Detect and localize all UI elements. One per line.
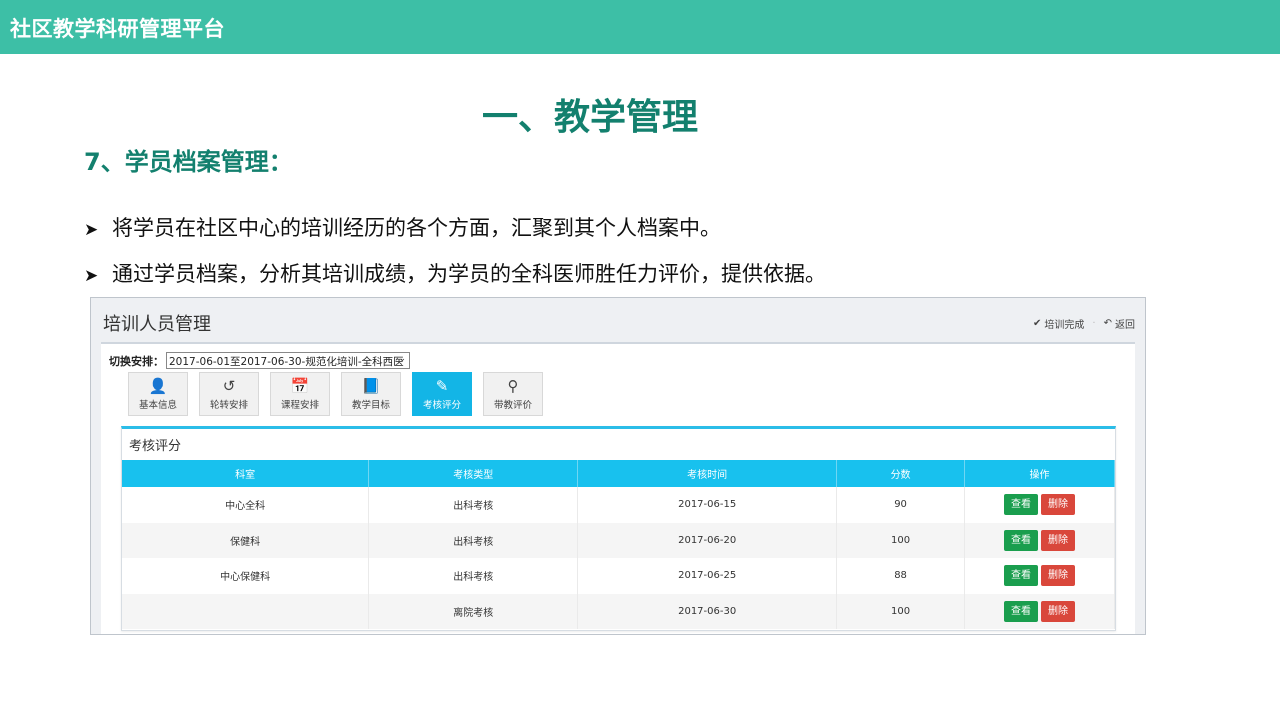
dept-cell: 保健科 [122, 522, 370, 558]
bullet-item: ➤ 通过学员档案，分析其培训成绩，为学员的全科医师胜任力评价，提供依据。 [84, 258, 826, 288]
actions-cell: 查看 删除 [964, 558, 1115, 594]
table-row: 离院考核 2017-06-30 100 查看 删除 [122, 593, 1115, 629]
table-row: 中心保健科 出科考核 2017-06-25 88 查看 删除 [122, 558, 1115, 594]
tab-evaluation[interactable]: ⚲ 带教评价 [483, 372, 543, 416]
tab-label: 轮转安排 [209, 400, 248, 411]
screenshot-header: 培训人员管理 ✔ 培训完成 · ↶ 返回 [91, 298, 1145, 342]
tab-label: 课程安排 [280, 400, 319, 411]
header-actions: ✔ 培训完成 · ↶ 返回 [1033, 316, 1135, 331]
assessment-card: 考核评分 科室 考核类型 考核时间 分数 操作 中心全科 出科考核 2017-0… [121, 426, 1116, 631]
tab-label: 教学目标 [351, 400, 390, 411]
back-label: 返回 [1115, 320, 1135, 331]
actions-cell: 查看 删除 [964, 522, 1115, 558]
type-cell: 出科考核 [368, 522, 579, 558]
history-icon: ↺ [222, 377, 236, 395]
delete-button[interactable]: 删除 [1041, 494, 1076, 516]
chevron-down-icon: ⌄ [398, 354, 406, 364]
dept-cell [122, 593, 370, 629]
arrangement-switcher: 切换安排： 2017-06-01至2017-06-30-规范化培训-全科西医 ⌄ [109, 352, 410, 369]
page-title: 培训人员管理 [103, 314, 211, 335]
tab-bar: 👤 基本信息 ↺ 轮转安排 📅 课程安排 📘 教学目标 ✎ 考核评分 ⚲ 带教评… [128, 372, 543, 416]
user-icon: 👤 [148, 377, 168, 395]
tab-rotation[interactable]: ↺ 轮转安排 [199, 372, 259, 416]
column-header: 操作 [964, 460, 1115, 487]
content-panel: 切换安排： 2017-06-01至2017-06-30-规范化培训-全科西医 ⌄… [101, 342, 1135, 634]
view-button[interactable]: 查看 [1004, 529, 1039, 551]
top-bar: 社区教学科研管理平台 [0, 0, 1280, 54]
tab-basic-info[interactable]: 👤 基本信息 [128, 372, 188, 416]
tab-course[interactable]: 📅 课程安排 [270, 372, 330, 416]
tab-label: 考核评分 [422, 400, 461, 411]
bullet-text: 通过学员档案，分析其培训成绩，为学员的全科医师胜任力评价，提供依据。 [112, 262, 826, 286]
arrow-bullet-icon: ➤ [84, 266, 99, 286]
training-complete-link[interactable]: ✔ 培训完成 [1033, 316, 1084, 331]
arrangement-select-value: 2017-06-01至2017-06-30-规范化培训-全科西医 [169, 356, 404, 368]
score-cell: 88 [836, 558, 966, 594]
back-link[interactable]: ↶ 返回 [1104, 316, 1135, 331]
arrangement-select[interactable]: 2017-06-01至2017-06-30-规范化培训-全科西医 ⌄ [166, 352, 410, 369]
table-header-row: 科室 考核类型 考核时间 分数 操作 [122, 460, 1115, 487]
view-button[interactable]: 查看 [1004, 494, 1039, 516]
bullet-text: 将学员在社区中心的培训经历的各个方面，汇聚到其个人档案中。 [112, 216, 721, 240]
check-icon: ✔ [1033, 318, 1042, 329]
delete-button[interactable]: 删除 [1041, 529, 1076, 551]
date-cell: 2017-06-25 [577, 558, 838, 594]
table-row: 保健科 出科考核 2017-06-20 100 查看 删除 [122, 522, 1115, 558]
date-cell: 2017-06-20 [577, 522, 838, 558]
delete-button[interactable]: 删除 [1041, 565, 1076, 587]
embedded-screenshot: 培训人员管理 ✔ 培训完成 · ↶ 返回 切换安排： 2017-06-01至20… [90, 297, 1146, 635]
divider: · [1092, 318, 1096, 329]
table-row: 中心全科 出科考核 2017-06-15 90 查看 删除 [122, 487, 1115, 523]
column-header: 考核类型 [368, 460, 579, 487]
type-cell: 离院考核 [368, 593, 579, 629]
tab-teaching-goal[interactable]: 📘 教学目标 [341, 372, 401, 416]
app-title: 社区教学科研管理平台 [10, 17, 225, 41]
section-title: 7、学员档案管理： [84, 148, 293, 176]
card-title: 考核评分 [129, 439, 182, 454]
tab-assessment[interactable]: ✎ 考核评分 [412, 372, 472, 416]
reply-arrow-icon: ↶ [1103, 318, 1112, 329]
main-title: 一、教学管理 [481, 97, 698, 138]
score-cell: 90 [836, 487, 966, 523]
date-cell: 2017-06-30 [577, 593, 838, 629]
arrow-bullet-icon: ➤ [84, 220, 99, 240]
type-cell: 出科考核 [368, 558, 579, 594]
assessment-table: 科室 考核类型 考核时间 分数 操作 中心全科 出科考核 2017-06-15 … [122, 460, 1115, 629]
view-button[interactable]: 查看 [1004, 600, 1039, 622]
edit-icon: ✎ [435, 377, 449, 395]
score-cell: 100 [836, 593, 966, 629]
switch-label: 切换安排： [109, 354, 164, 368]
column-header: 考核时间 [577, 460, 838, 487]
column-header: 科室 [122, 460, 370, 487]
actions-cell: 查看 删除 [964, 593, 1115, 629]
date-cell: 2017-06-15 [577, 487, 838, 523]
training-complete-label: 培训完成 [1044, 320, 1085, 331]
book-icon: 📘 [361, 377, 381, 395]
delete-button[interactable]: 删除 [1041, 600, 1076, 622]
calendar-icon: 📅 [290, 377, 310, 395]
dept-cell: 中心保健科 [122, 558, 370, 594]
dept-cell: 中心全科 [122, 487, 370, 523]
bullet-item: ➤ 将学员在社区中心的培训经历的各个方面，汇聚到其个人档案中。 [84, 212, 721, 242]
binoculars-icon: ⚲ [507, 377, 519, 395]
view-button[interactable]: 查看 [1004, 565, 1039, 587]
tab-label: 基本信息 [138, 400, 177, 411]
actions-cell: 查看 删除 [964, 487, 1115, 523]
tab-label: 带教评价 [493, 400, 532, 411]
score-cell: 100 [836, 522, 966, 558]
column-header: 分数 [836, 460, 966, 487]
type-cell: 出科考核 [368, 487, 579, 523]
